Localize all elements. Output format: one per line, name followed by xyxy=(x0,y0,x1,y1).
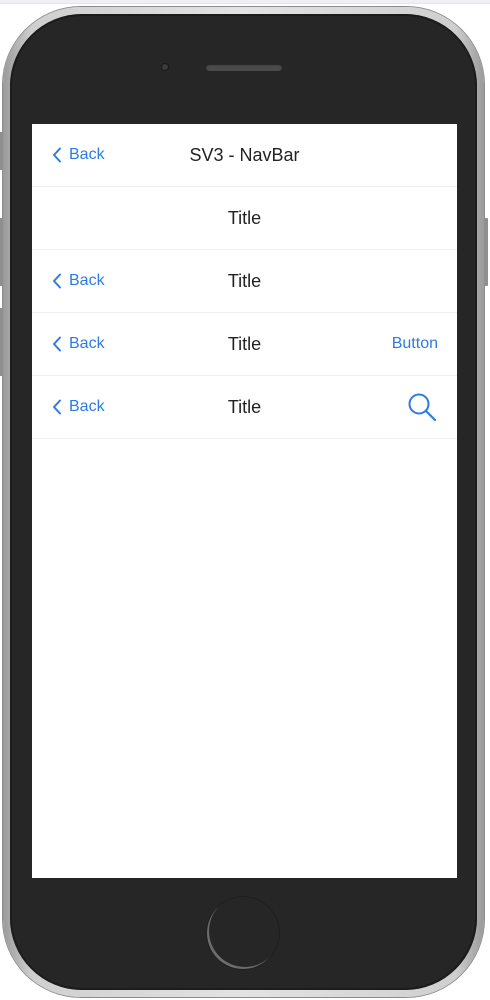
top-edge-strip xyxy=(0,0,490,4)
back-button[interactable]: Back xyxy=(52,124,105,186)
chevron-left-icon xyxy=(53,147,61,163)
power-button xyxy=(484,218,488,286)
back-button[interactable]: Back xyxy=(52,376,105,438)
volume-up-button xyxy=(0,218,3,286)
phone-screen: Back SV3 - NavBar Title Back Title Back … xyxy=(32,124,457,878)
front-camera xyxy=(162,64,168,70)
navbar-title: Title xyxy=(227,207,262,228)
navbar-right-button[interactable]: Button xyxy=(392,313,438,375)
home-button[interactable] xyxy=(207,897,279,969)
back-label: Back xyxy=(69,398,105,415)
navbar-back-title: Back Title xyxy=(32,250,457,313)
mute-switch xyxy=(0,132,3,170)
earpiece-speaker xyxy=(206,64,282,71)
chevron-left-icon xyxy=(53,399,61,415)
back-label: Back xyxy=(69,146,105,163)
back-label: Back xyxy=(69,272,105,289)
back-button[interactable]: Back xyxy=(52,313,105,375)
search-icon xyxy=(408,393,437,422)
navbar-back-title-search: Back Title xyxy=(32,376,457,439)
chevron-left-icon xyxy=(53,273,61,289)
navbar-title-only: Title xyxy=(32,187,457,250)
volume-down-button xyxy=(0,308,3,376)
navbar-main: Back SV3 - NavBar xyxy=(32,124,457,187)
back-label: Back xyxy=(69,335,105,352)
back-button[interactable]: Back xyxy=(52,250,105,312)
search-button[interactable] xyxy=(407,376,437,438)
chevron-left-icon xyxy=(53,336,61,352)
navbar-back-title-button: Back Title Button xyxy=(32,313,457,376)
